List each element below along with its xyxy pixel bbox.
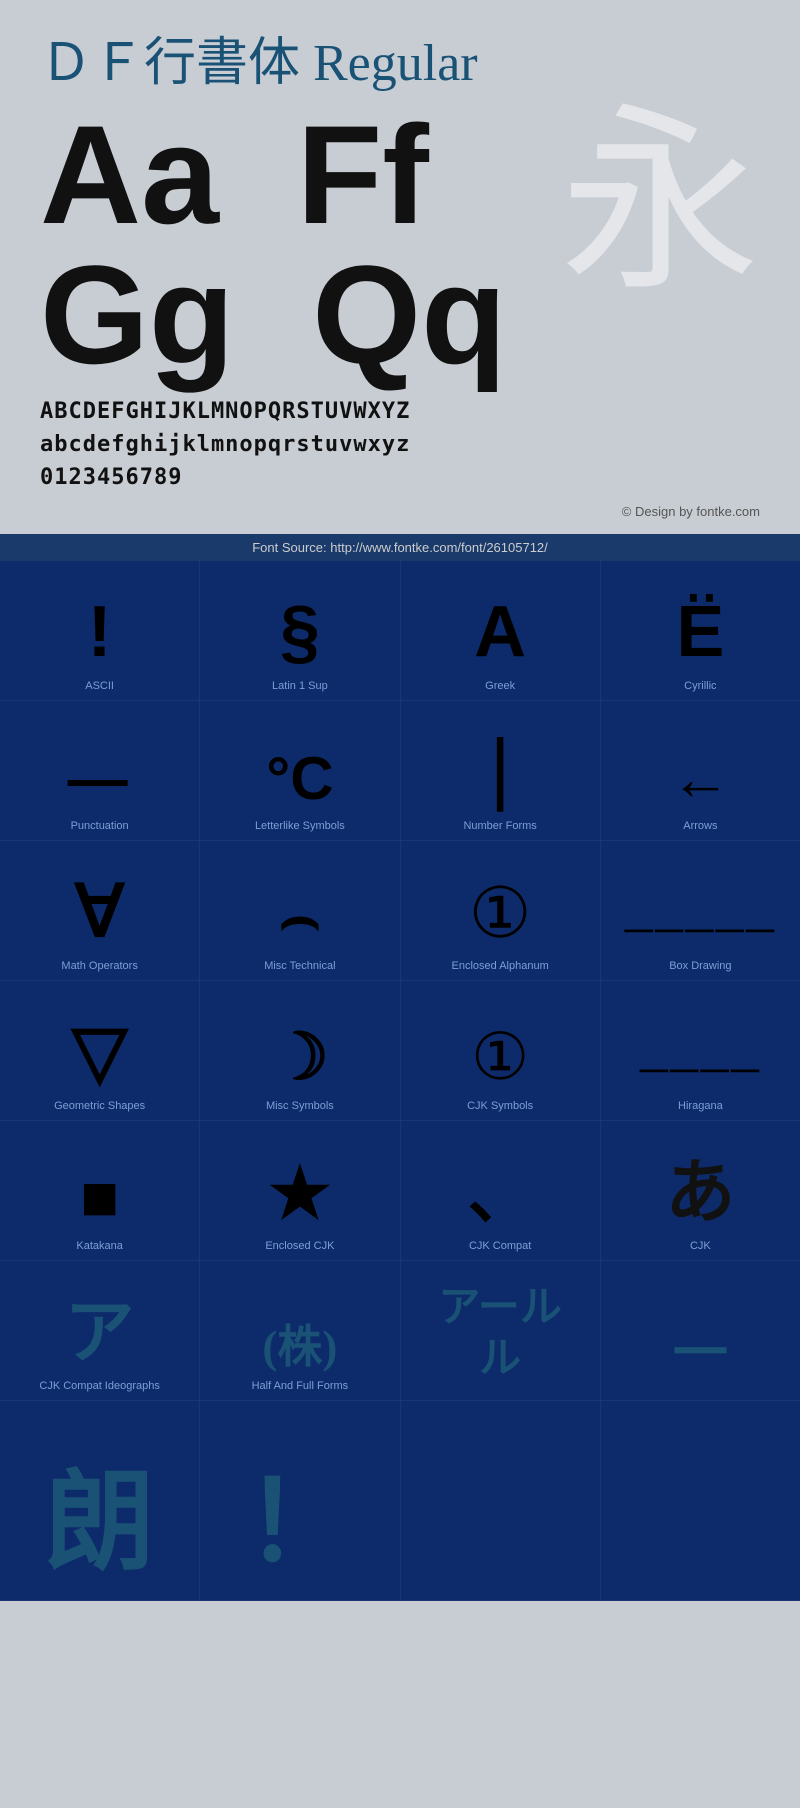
symbol-cjkcompat: 、 <box>468 1161 533 1233</box>
label-ascii: ASCII <box>85 680 114 692</box>
large-letters-row2: Gg Qq <box>40 245 507 385</box>
symbol-geometric: ▽ <box>72 1013 127 1092</box>
label-mathops: Math Operators <box>61 960 137 972</box>
label-arrows: Arrows <box>683 820 717 832</box>
cell-latin1sup: § Latin 1 Sup <box>200 561 400 701</box>
label-greek: Greek <box>485 680 515 692</box>
cell-bottom-empty1 <box>401 1401 601 1601</box>
grid-row-1: ! ASCII § Latin 1 Sup Α Greek Ë Cyrillic <box>0 561 800 701</box>
label-enclosed: Enclosed Alphanum <box>452 960 549 972</box>
cell-cjk: あ CJK <box>601 1121 800 1261</box>
symbol-bottom-cjk: 朗 <box>45 1463 155 1584</box>
cell-arrows: ← Arrows <box>601 701 800 841</box>
cell-enclosedcjk: ★ Enclosed CJK <box>200 1121 400 1261</box>
cell-letterlike: °C Letterlike Symbols <box>200 701 400 841</box>
grid-row-2: — Punctuation °C Letterlike Symbols | Nu… <box>0 701 800 841</box>
label-enclosedcjk: Enclosed CJK <box>265 1240 334 1252</box>
symbol-miscsymbols: ☽ <box>271 1021 329 1093</box>
cell-halffull: (株) Half And Full Forms <box>200 1261 400 1401</box>
symbol-hiragana: ──── <box>640 1048 761 1092</box>
symbol-cjk2: 一 <box>673 1324 728 1385</box>
label-geometric: Geometric Shapes <box>54 1100 145 1112</box>
credit-text: © Design by fontke.com <box>40 499 760 524</box>
symbol-enclosed: ① <box>469 875 532 952</box>
cell-bottom-exclaim: ！ <box>200 1401 400 1601</box>
symbol-boxdrawing: ───── <box>625 908 777 952</box>
cell-punctuation: — Punctuation <box>0 701 200 841</box>
cell-hiragana: ──── Hiragana <box>601 981 800 1121</box>
symbol-letterlike: °C <box>266 746 333 812</box>
cell-cjksymbols: ① CJK Symbols <box>401 981 601 1121</box>
cell-enclosed: ① Enclosed Alphanum <box>401 841 601 981</box>
label-letterlike: Letterlike Symbols <box>255 820 345 832</box>
symbol-latin1sup: § <box>280 593 320 672</box>
symbol-enclosedcjk: ★ <box>268 1155 331 1232</box>
label-cyrillic: Cyrillic <box>684 680 716 692</box>
large-letters-block: Aa Ff Gg Qq 永 <box>40 105 760 385</box>
label-katakana: Katakana <box>76 1240 122 1252</box>
symbol-numberforms: | <box>490 724 511 812</box>
label-cjksymbols: CJK Symbols <box>467 1100 533 1112</box>
symbol-cjkcompatideo: ア <box>65 1295 135 1372</box>
cell-boxdrawing: ───── Box Drawing <box>601 841 800 981</box>
label-miscsymbols: Misc Symbols <box>266 1100 334 1112</box>
symbol-ascii: ! <box>88 593 112 672</box>
source-bar: Font Source: http://www.fontke.com/font/… <box>0 534 800 561</box>
grid-row-3: ∀ Math Operators ⌢ Misc Technical ① Encl… <box>0 841 800 981</box>
symbol-arrows: ← <box>670 746 730 812</box>
header-section: ＤＦ行書体 Regular Aa Ff Gg Qq 永 ABCDEFGHIJKL… <box>0 0 800 534</box>
symbol-katakana2: アールル <box>438 1283 561 1384</box>
font-title: ＤＦ行書体 Regular <box>40 20 760 95</box>
label-halffull: Half And Full Forms <box>252 1380 349 1392</box>
label-cjkcompat: CJK Compat <box>469 1240 531 1252</box>
alphabet-section: ABCDEFGHIJKLMNOPQRSTUVWXYZ abcdefghijklm… <box>40 385 760 499</box>
grid-row-bottom: 朗 ！ <box>0 1401 800 1601</box>
kanji-watermark: 永 <box>560 105 760 305</box>
digits: 0123456789 <box>40 461 760 494</box>
grid-row-6: ア CJK Compat Ideographs (株) Half And Ful… <box>0 1261 800 1401</box>
cell-ascii: ! ASCII <box>0 561 200 701</box>
cell-mathops: ∀ Math Operators <box>0 841 200 981</box>
cell-bottom-empty2 <box>601 1401 800 1601</box>
cell-katakana: ■ Katakana <box>0 1121 200 1261</box>
grid-row-4: ▽ Geometric Shapes ☽ Misc Symbols ① CJK … <box>0 981 800 1121</box>
cell-cyrillic: Ë Cyrillic <box>601 561 800 701</box>
alphabet-lower: abcdefghijklmnopqrstuvwxyz <box>40 428 760 461</box>
symbol-katakana: ■ <box>80 1161 119 1233</box>
symbol-greek: Α <box>474 593 526 672</box>
cell-katakana2: アールル <box>401 1261 601 1401</box>
symbol-halffull: (株) <box>262 1323 337 1373</box>
cell-numberforms: | Number Forms <box>401 701 601 841</box>
symbol-mathops: ∀ <box>75 873 124 952</box>
symbol-cyrillic: Ë <box>676 593 724 672</box>
label-boxdrawing: Box Drawing <box>669 960 731 972</box>
alphabet-upper: ABCDEFGHIJKLMNOPQRSTUVWXYZ <box>40 395 760 428</box>
symbol-cjk: あ <box>665 1155 735 1232</box>
cell-bottom-cjk: 朗 <box>0 1401 200 1601</box>
symbol-punctuation: — <box>68 746 132 812</box>
label-misctech: Misc Technical <box>264 960 335 972</box>
character-grid: ! ASCII § Latin 1 Sup Α Greek Ë Cyrillic… <box>0 561 800 1601</box>
large-letters-row1: Aa Ff <box>40 105 507 245</box>
cell-cjkcompatideo: ア CJK Compat Ideographs <box>0 1261 200 1401</box>
symbol-bottom-exclaim: ！ <box>245 1463 355 1584</box>
label-numberforms: Number Forms <box>463 820 536 832</box>
symbol-cjksymbols: ① <box>471 1021 529 1093</box>
label-punctuation: Punctuation <box>71 820 129 832</box>
cell-miscsymbols: ☽ Misc Symbols <box>200 981 400 1121</box>
label-cjk: CJK <box>690 1240 711 1252</box>
symbol-misctech: ⌢ <box>278 881 321 953</box>
label-hiragana: Hiragana <box>678 1100 723 1112</box>
label-cjkcompatideo: CJK Compat Ideographs <box>39 1380 159 1392</box>
grid-row-5: ■ Katakana ★ Enclosed CJK 、 CJK Compat あ… <box>0 1121 800 1261</box>
cell-cjk2: 一 <box>601 1261 800 1401</box>
cell-misctech: ⌢ Misc Technical <box>200 841 400 981</box>
cell-cjkcompat: 、 CJK Compat <box>401 1121 601 1261</box>
cell-greek: Α Greek <box>401 561 601 701</box>
cell-geometric: ▽ Geometric Shapes <box>0 981 200 1121</box>
label-latin1sup: Latin 1 Sup <box>272 680 328 692</box>
